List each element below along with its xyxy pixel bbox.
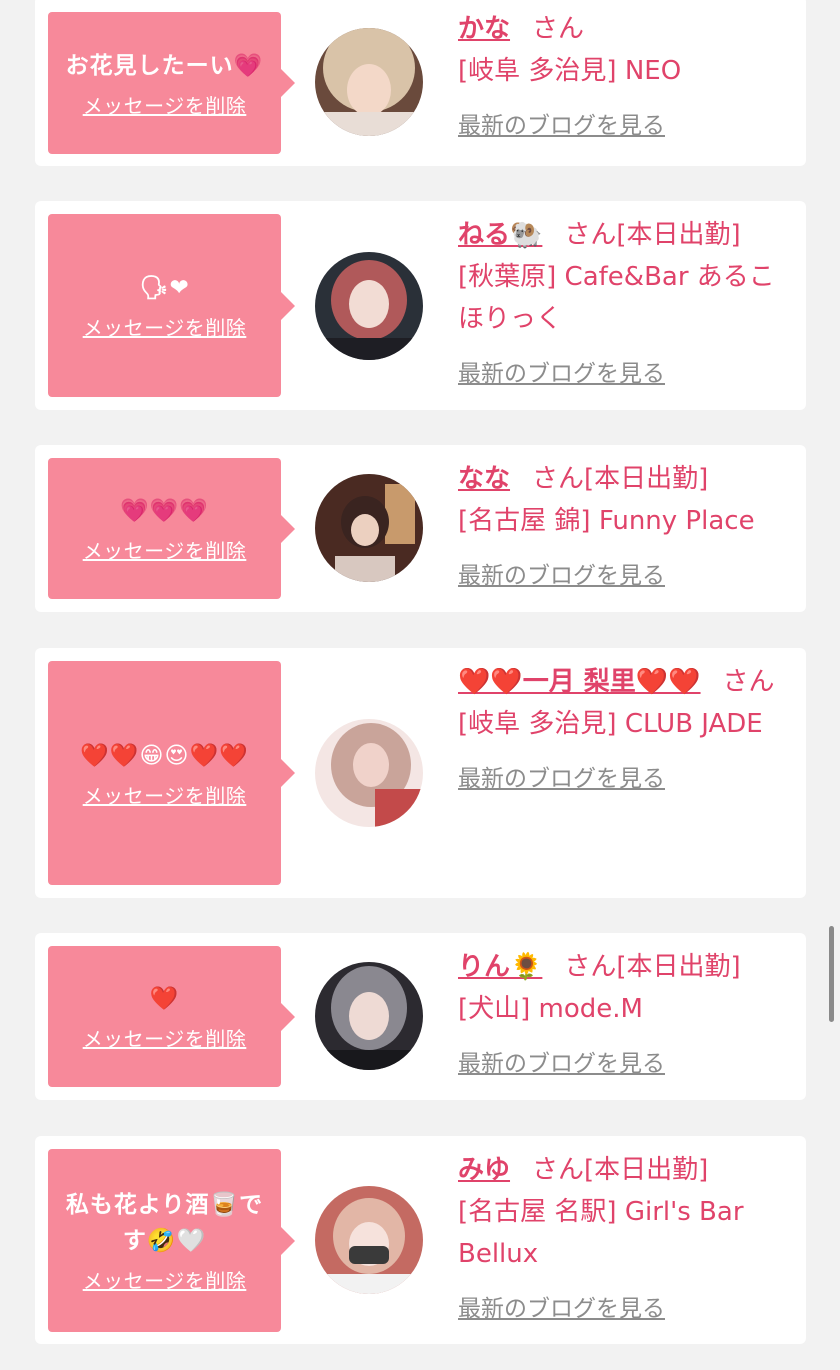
list-item: ❤️ メッセージを削除 りん🌻 さん[本日出勤] [犬山] mode.M 最新のブ… <box>35 933 806 1100</box>
status-badge: [本日出勤] <box>584 1155 709 1185</box>
name-line: なな さん[本日出勤] <box>458 458 788 500</box>
name-line: かな さん <box>458 8 788 50</box>
avatar[interactable] <box>315 962 423 1070</box>
status-badge: [本日出勤] <box>584 464 709 494</box>
user-name-link[interactable]: みゆ <box>458 1155 510 1185</box>
message-text: お花見したーい💗 <box>65 52 264 79</box>
message-text: ❤️❤️😁😍❤️❤️ <box>80 742 249 769</box>
latest-blog-link[interactable]: 最新のブログを見る <box>458 1289 788 1323</box>
list-item: 私も花より酒🥃です🤣🤍 メッセージを削除 みゆ さん[本日出勤] [名古屋 名駅]… <box>35 1136 806 1344</box>
list-item: 🗣❤ メッセージを削除 ねる🐏 さん[本日出勤] [秋葉原] Cafe&Bar あ… <box>35 201 806 410</box>
shop-name: [岐阜 多治見] CLUB JADE <box>458 709 763 739</box>
avatar-image <box>315 719 423 827</box>
honorific: さん <box>564 220 617 250</box>
name-line: りん🌻 さん[本日出勤] <box>458 946 788 988</box>
status-badge: [本日出勤] <box>616 952 741 982</box>
honorific: さん <box>532 464 585 494</box>
avatar-image <box>315 28 423 136</box>
avatar-image <box>315 252 423 360</box>
list-item: ❤️❤️😁😍❤️❤️ メッセージを削除 ❤️❤️一月 梨里❤️❤️ さん [岐阜 … <box>35 648 806 898</box>
delete-message-link[interactable]: メッセージを削除 <box>83 535 247 564</box>
latest-blog-link[interactable]: 最新のブログを見る <box>458 354 788 388</box>
user-name-link[interactable]: ❤️❤️一月 梨里❤️❤️ <box>458 667 701 697</box>
list-item: 💗💗💗 メッセージを削除 なな さん[本日出勤] [名古屋 錦] Funny Pl… <box>35 445 806 612</box>
message-text: ❤️ <box>149 986 180 1012</box>
message-bubble: 🗣❤ メッセージを削除 <box>48 214 295 397</box>
name-line: みゆ さん[本日出勤] <box>458 1149 788 1191</box>
avatar-image <box>315 962 423 1070</box>
shop-name: [秋葉原] Cafe&Bar あるこほりっく <box>458 262 775 334</box>
message-text: 私も花より酒🥃です🤣🤍 <box>65 1192 264 1254</box>
user-name-link[interactable]: かな <box>458 14 510 44</box>
delete-message-link[interactable]: メッセージを削除 <box>83 312 247 341</box>
list-item: お花見したーい💗 メッセージを削除 かな さん [岐阜 多治見] NEO 最新のブ… <box>35 0 806 166</box>
user-name-link[interactable]: なな <box>458 464 510 494</box>
latest-blog-link[interactable]: 最新のブログを見る <box>458 556 788 590</box>
message-text: 💗💗💗 <box>120 498 209 524</box>
message-bubble: 私も花より酒🥃です🤣🤍 メッセージを削除 <box>48 1149 295 1332</box>
shop-name: [犬山] mode.M <box>458 994 643 1024</box>
latest-blog-link[interactable]: 最新のブログを見る <box>458 759 788 793</box>
user-name-link[interactable]: ねる🐏 <box>458 220 542 250</box>
avatar-image <box>315 1186 423 1294</box>
shop-name: [名古屋 名駅] Girl's Bar Bellux <box>458 1197 744 1269</box>
message-bubble: 💗💗💗 メッセージを削除 <box>48 458 295 599</box>
honorific: さん <box>532 14 585 44</box>
avatar[interactable] <box>315 28 423 136</box>
delete-message-link[interactable]: メッセージを削除 <box>83 90 247 119</box>
message-bubble: ❤️ メッセージを削除 <box>48 946 295 1087</box>
name-line: ねる🐏 さん[本日出勤] <box>458 214 788 256</box>
avatar[interactable] <box>315 1186 423 1294</box>
honorific: さん <box>564 952 617 982</box>
delete-message-link[interactable]: メッセージを削除 <box>83 780 247 809</box>
shop-name: [岐阜 多治見] NEO <box>458 56 682 86</box>
latest-blog-link[interactable]: 最新のブログを見る <box>458 106 788 140</box>
avatar[interactable] <box>315 719 423 827</box>
name-line: ❤️❤️一月 梨里❤️❤️ さん <box>458 661 788 703</box>
message-text: 🗣❤ <box>139 275 190 301</box>
status-badge: [本日出勤] <box>616 220 741 250</box>
latest-blog-link[interactable]: 最新のブログを見る <box>458 1044 788 1078</box>
shop-name: [名古屋 錦] Funny Place <box>458 506 755 536</box>
delete-message-link[interactable]: メッセージを削除 <box>83 1023 247 1052</box>
scrollbar[interactable] <box>829 926 834 1022</box>
honorific: さん <box>532 1155 585 1185</box>
honorific: さん <box>722 667 775 697</box>
avatar-image <box>315 474 423 582</box>
message-bubble: お花見したーい💗 メッセージを削除 <box>48 12 295 154</box>
delete-message-link[interactable]: メッセージを削除 <box>83 1265 247 1294</box>
message-bubble: ❤️❤️😁😍❤️❤️ メッセージを削除 <box>48 661 295 885</box>
avatar[interactable] <box>315 252 423 360</box>
user-name-link[interactable]: りん🌻 <box>458 952 542 982</box>
avatar[interactable] <box>315 474 423 582</box>
